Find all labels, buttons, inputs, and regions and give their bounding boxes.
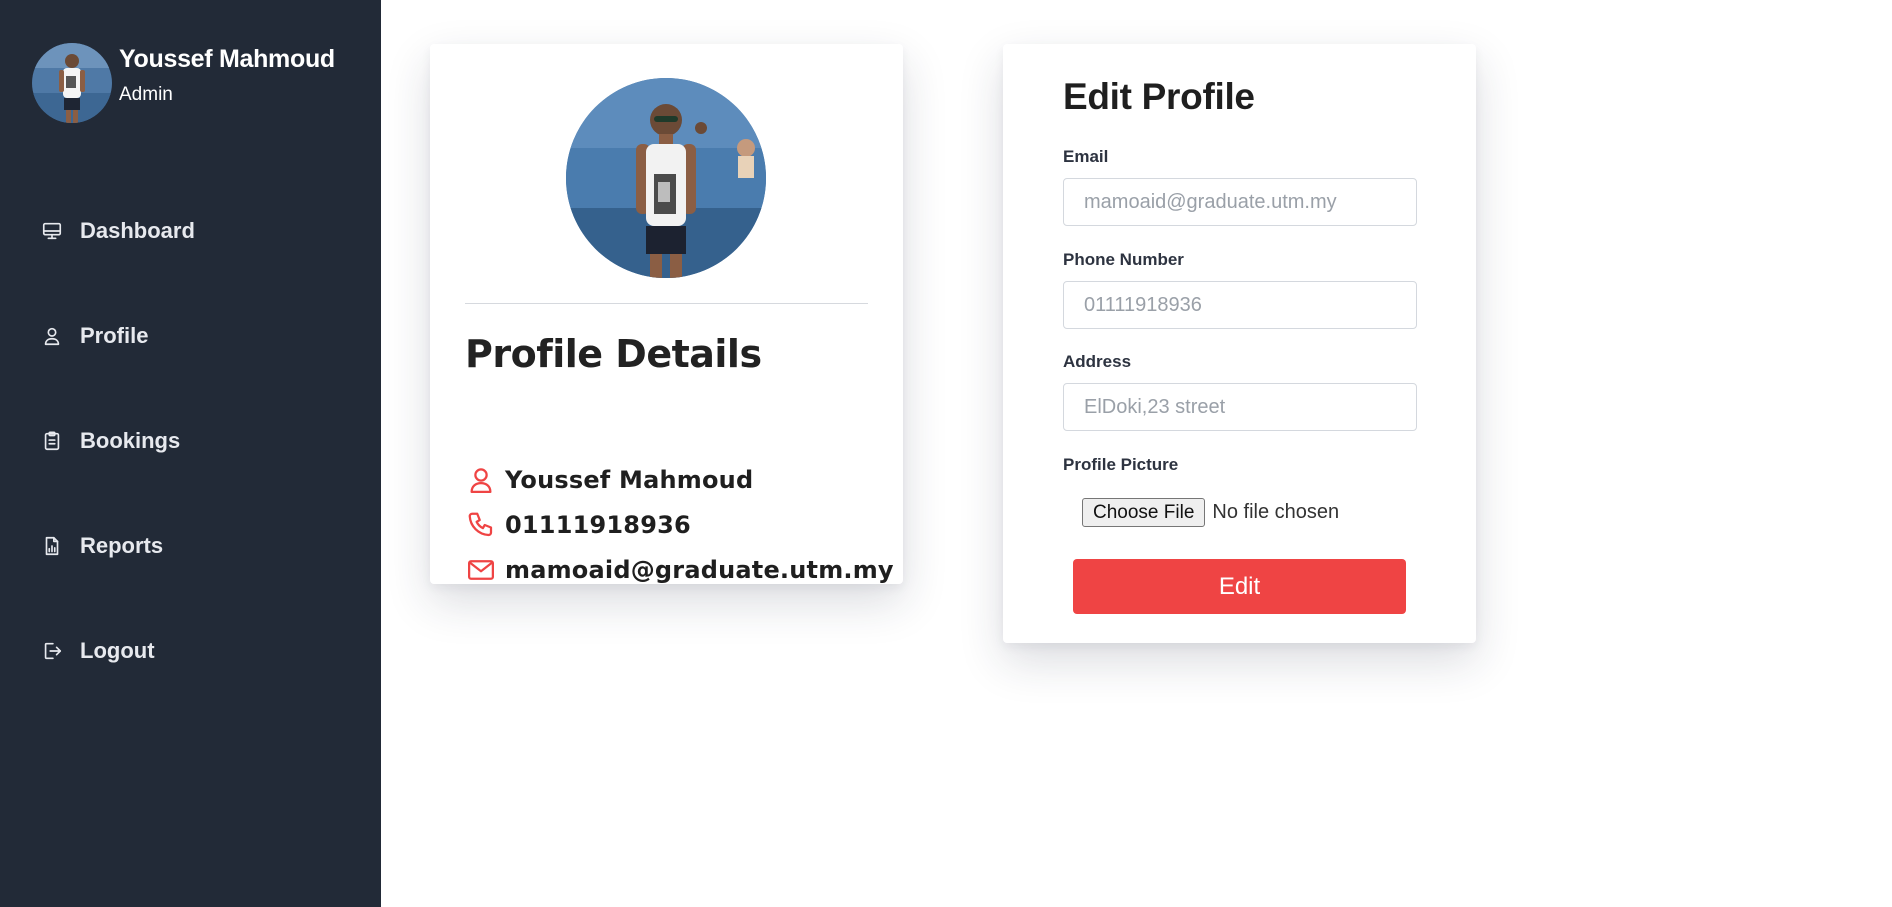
report-icon (40, 534, 64, 558)
sidebar-item-label: Reports (80, 533, 164, 558)
edit-profile-title: Edit Profile (1063, 76, 1255, 117)
detail-phone-row: 01111918936 (465, 509, 691, 541)
profile-photo (566, 78, 766, 278)
detail-phone: 01111918936 (505, 511, 691, 539)
phone-field[interactable] (1063, 281, 1417, 329)
address-field[interactable] (1063, 383, 1417, 431)
logout-icon (40, 639, 64, 663)
edit-button[interactable]: Edit (1073, 559, 1406, 614)
user-summary: Youssef Mahmoud Admin (32, 43, 335, 123)
app: Youssef Mahmoud Admin Dashboard Profile … (0, 0, 1892, 907)
email-label: Email (1063, 147, 1109, 166)
user-role: Admin (119, 84, 173, 105)
detail-email-row: mamoaid@graduate.utm.my (465, 554, 894, 586)
clipboard-icon (40, 429, 64, 453)
phone-label: Phone Number (1063, 250, 1184, 269)
address-label: Address (1063, 352, 1132, 371)
email-field[interactable] (1063, 178, 1417, 226)
monitor-icon (40, 219, 64, 243)
profile-picture-label: Profile Picture (1063, 455, 1179, 474)
file-input: Choose File No file chosen (1082, 498, 1339, 527)
profile-details-card: Profile Details Youssef Mahmoud 01111918… (430, 44, 903, 584)
profile-details-title: Profile Details (465, 332, 762, 376)
avatar (32, 43, 112, 123)
detail-name: Youssef Mahmoud (505, 466, 754, 494)
sidebar-item-bookings[interactable]: Bookings (40, 421, 180, 461)
phone-icon (465, 509, 497, 541)
divider (465, 303, 868, 304)
file-status: No file chosen (1212, 501, 1340, 523)
user-icon (40, 324, 64, 348)
user-icon (465, 464, 497, 496)
sidebar-item-label: Dashboard (80, 218, 195, 243)
detail-name-row: Youssef Mahmoud (465, 464, 753, 496)
sidebar-item-profile[interactable]: Profile (40, 316, 148, 356)
edit-profile-card: Edit Profile Email Phone Number Address … (1003, 44, 1476, 643)
user-name: Youssef Mahmoud (119, 45, 335, 73)
mail-icon (465, 554, 497, 586)
sidebar-item-label: Logout (80, 638, 155, 663)
sidebar-item-logout[interactable]: Logout (40, 631, 155, 671)
sidebar-item-dashboard[interactable]: Dashboard (40, 211, 195, 251)
sidebar-item-label: Bookings (80, 428, 181, 453)
detail-email: mamoaid@graduate.utm.my (505, 556, 894, 584)
choose-file-button[interactable]: Choose File (1082, 498, 1206, 527)
sidebar: Youssef Mahmoud Admin Dashboard Profile … (0, 0, 381, 907)
sidebar-item-reports[interactable]: Reports (40, 526, 163, 566)
sidebar-item-label: Profile (80, 323, 149, 348)
